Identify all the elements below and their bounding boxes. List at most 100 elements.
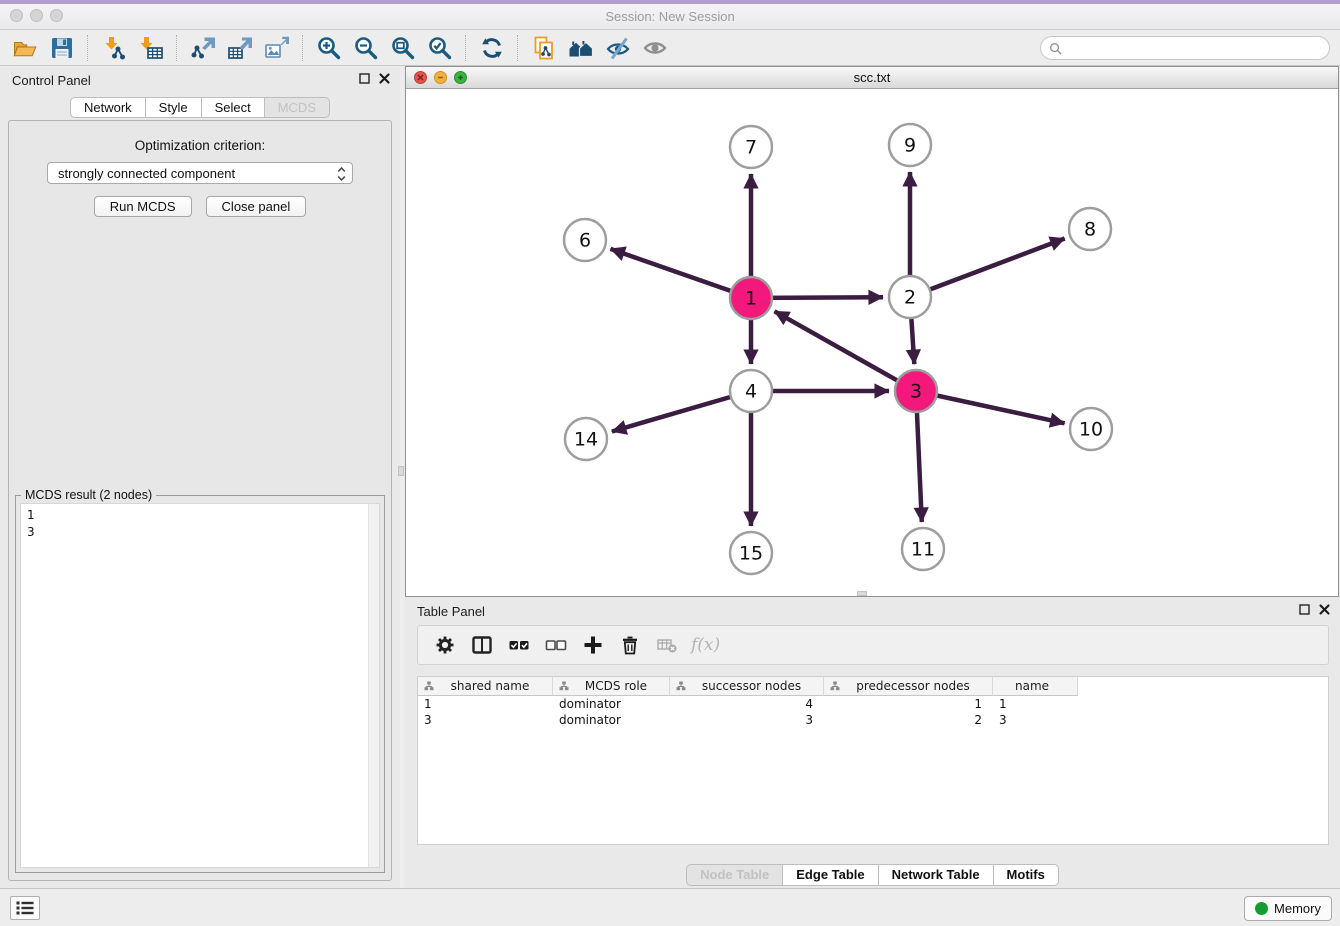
graph-node-6[interactable]: 6 — [564, 219, 606, 261]
table-cell: 3 — [418, 712, 553, 728]
gear-icon — [434, 634, 456, 656]
close-panel-icon[interactable] — [1319, 604, 1330, 615]
search-field[interactable] — [1040, 36, 1330, 60]
zoom-out-button[interactable] — [347, 32, 384, 64]
zoom-fit-button[interactable] — [384, 32, 421, 64]
show-eye-button[interactable] — [636, 32, 673, 64]
vertical-splitter-grip[interactable] — [398, 466, 404, 476]
mcds-result-list[interactable]: 13 — [20, 503, 380, 868]
mcds-result-title: MCDS result (2 nodes) — [21, 488, 156, 502]
svg-text:1: 1 — [745, 288, 757, 310]
tab-mcds[interactable]: MCDS — [265, 97, 330, 118]
export-image-button[interactable] — [258, 32, 295, 64]
table-cell: 1 — [824, 696, 993, 712]
zoom-in-icon — [316, 35, 342, 61]
network-window-titlebar: scc.txt — [406, 67, 1338, 89]
optimization-criterion-value: strongly connected component — [58, 163, 235, 184]
table-row[interactable]: 1dominator411 — [418, 696, 1328, 712]
table-cell: 2 — [824, 712, 993, 728]
hide-glasses-button[interactable] — [599, 32, 636, 64]
table-cell: 3 — [993, 712, 1078, 728]
graph-node-14[interactable]: 14 — [565, 418, 607, 460]
table-row[interactable]: 3dominator323 — [418, 712, 1328, 728]
zoom-selected-button[interactable] — [421, 32, 458, 64]
horizontal-splitter-grip[interactable] — [857, 591, 867, 596]
sort-hierarchy-icon — [830, 681, 840, 691]
graph-node-11[interactable]: 11 — [902, 528, 944, 570]
close-panel-button[interactable]: Close panel — [206, 196, 307, 217]
create-column-button[interactable] — [576, 630, 609, 660]
graph-node-4[interactable]: 4 — [730, 370, 772, 412]
column-header-shared-name[interactable]: shared name — [418, 677, 553, 696]
graph-edge-2-8[interactable] — [910, 239, 1065, 298]
export-network-button[interactable] — [184, 32, 221, 64]
run-mcds-button[interactable]: Run MCDS — [94, 196, 192, 217]
graph-node-1[interactable]: 1 — [730, 277, 772, 319]
delete-table-button — [650, 630, 683, 660]
network-canvas[interactable]: 7 9 6 8 1 2 4 3 14 10 15 11 — [406, 89, 1338, 596]
table-panel-tabs: Node Table Edge Table Network Table Moti… — [405, 864, 1340, 886]
graph-edge-3-1[interactable] — [775, 311, 917, 391]
column-header-MCDS-role[interactable]: MCDS role — [553, 677, 670, 696]
delete-column-button[interactable] — [613, 630, 646, 660]
close-panel-icon[interactable] — [379, 73, 390, 84]
network-view-window: scc.txt 7 9 6 8 1 2 4 3 14 10 15 11 — [405, 66, 1339, 597]
list-icon — [15, 900, 35, 916]
toolbar-separator — [176, 35, 177, 61]
sort-hierarchy-icon — [424, 681, 434, 691]
import-table-icon — [138, 35, 164, 61]
home-networks-button[interactable] — [562, 32, 599, 64]
float-panel-icon[interactable] — [359, 73, 370, 84]
tab-node-table[interactable]: Node Table — [686, 864, 783, 886]
unselect-all-columns-button[interactable] — [539, 630, 572, 660]
refresh-button[interactable] — [473, 32, 510, 64]
select-all-columns-button[interactable] — [502, 630, 535, 660]
graph-edge-1-6[interactable] — [611, 249, 752, 298]
table-settings-button[interactable] — [428, 630, 461, 660]
tab-style[interactable]: Style — [146, 97, 202, 118]
tab-select[interactable]: Select — [202, 97, 265, 118]
column-header-successor-nodes[interactable]: successor nodes — [670, 677, 824, 696]
tab-network-table[interactable]: Network Table — [879, 864, 994, 886]
show-column-panel-button[interactable] — [465, 630, 498, 660]
zoom-in-button[interactable] — [310, 32, 347, 64]
column-header-predecessor-nodes[interactable]: predecessor nodes — [824, 677, 993, 696]
import-network-button[interactable] — [95, 32, 132, 64]
search-input[interactable] — [1067, 41, 1321, 56]
graph-node-8[interactable]: 8 — [1069, 208, 1111, 250]
export-image-icon — [264, 35, 290, 61]
column-header-name[interactable]: name — [993, 677, 1078, 696]
mcds-result-item: 3 — [27, 524, 379, 541]
memory-button[interactable]: Memory — [1244, 896, 1332, 921]
result-scrollbar[interactable] — [368, 504, 379, 867]
tab-motifs[interactable]: Motifs — [994, 864, 1059, 886]
tab-network[interactable]: Network — [70, 97, 146, 118]
tab-edge-table[interactable]: Edge Table — [783, 864, 878, 886]
refresh-icon — [479, 35, 505, 61]
graph-node-9[interactable]: 9 — [889, 124, 931, 166]
graph-node-7[interactable]: 7 — [730, 126, 772, 168]
window-titlebar: Session: New Session — [0, 0, 1340, 30]
trash-icon — [619, 634, 641, 656]
graph-edge-3-10[interactable] — [916, 391, 1065, 423]
graph-node-3[interactable]: 3 — [895, 370, 937, 412]
clone-network-button[interactable] — [525, 32, 562, 64]
split-columns-icon — [471, 634, 493, 656]
table-panel: Table Panel — [405, 597, 1340, 888]
import-table-button[interactable] — [132, 32, 169, 64]
task-history-button[interactable] — [10, 896, 40, 920]
table-cell: dominator — [553, 712, 670, 728]
float-panel-icon[interactable] — [1299, 604, 1310, 615]
open-session-button[interactable] — [6, 32, 43, 64]
graph-node-10[interactable]: 10 — [1070, 408, 1112, 450]
search-icon — [1049, 42, 1062, 55]
graph-node-15[interactable]: 15 — [730, 532, 772, 574]
optimization-criterion-select[interactable]: strongly connected component — [47, 162, 353, 184]
export-table-button[interactable] — [221, 32, 258, 64]
svg-text:10: 10 — [1079, 419, 1103, 441]
svg-text:4: 4 — [745, 381, 757, 403]
graph-node-2[interactable]: 2 — [889, 276, 931, 318]
table-cell: dominator — [553, 696, 670, 712]
save-session-button[interactable] — [43, 32, 80, 64]
svg-text:14: 14 — [574, 429, 598, 451]
